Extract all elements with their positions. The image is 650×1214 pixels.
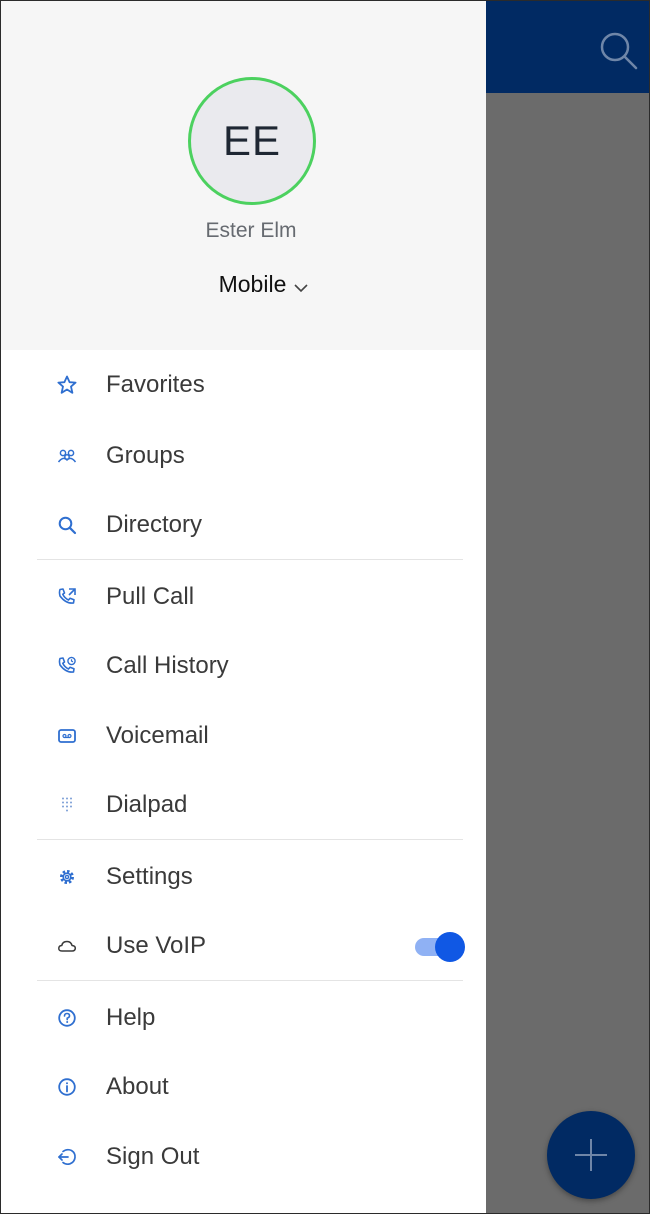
menu-divider xyxy=(37,980,463,981)
voip-toggle[interactable] xyxy=(415,932,465,962)
help-icon xyxy=(57,1008,77,1028)
plus-icon xyxy=(575,1139,607,1171)
menu-item-label: Favorites xyxy=(106,371,205,398)
menu-item-directory[interactable]: Directory xyxy=(1,496,486,554)
navigation-drawer: EE Ester Elm Mobile Favorites Groups Dir… xyxy=(1,1,486,1213)
chevron-down-icon xyxy=(294,272,308,299)
menu-item-label: About xyxy=(106,1073,169,1100)
avatar[interactable]: EE xyxy=(188,77,316,205)
menu-item-favorites[interactable]: Favorites xyxy=(1,356,486,414)
menu-item-label: Directory xyxy=(106,511,203,538)
menu-item-about[interactable]: About xyxy=(1,1058,486,1116)
sign-out-icon xyxy=(57,1147,77,1167)
pull-call-icon xyxy=(57,587,77,607)
menu-divider xyxy=(37,839,463,840)
menu-item-label: Sign Out xyxy=(106,1143,200,1170)
menu-item-help[interactable]: Help xyxy=(1,989,486,1047)
search-icon xyxy=(57,515,77,535)
menu-item-pull-call[interactable]: Pull Call xyxy=(1,568,486,626)
voicemail-icon xyxy=(57,726,77,746)
line-selector-label: Mobile xyxy=(218,271,287,297)
menu-item-label: Dialpad xyxy=(106,791,188,818)
menu-item-settings[interactable]: Settings xyxy=(1,848,486,906)
menu-item-sign-out[interactable]: Sign Out xyxy=(1,1128,486,1186)
search-icon[interactable] xyxy=(597,29,639,71)
toggle-knob xyxy=(435,932,465,962)
menu-item-call-history[interactable]: Call History xyxy=(1,637,486,695)
star-icon xyxy=(57,375,77,395)
menu-item-label: Pull Call xyxy=(106,583,195,610)
app-window: EE Ester Elm Mobile Favorites Groups Dir… xyxy=(0,0,650,1214)
info-icon xyxy=(57,1077,77,1097)
menu-item-label: Groups xyxy=(106,442,185,469)
menu-item-label: Help xyxy=(106,1004,156,1031)
avatar-initials: EE xyxy=(222,117,282,164)
menu-divider xyxy=(37,559,463,560)
menu-item-label: Settings xyxy=(106,863,193,890)
user-name: Ester Elm xyxy=(205,219,297,242)
groups-icon xyxy=(57,446,77,466)
cloud-icon xyxy=(57,936,77,956)
menu-item-label: Call History xyxy=(106,652,229,679)
line-selector-dropdown[interactable]: Mobile xyxy=(1,271,526,299)
call-history-icon xyxy=(57,656,77,676)
menu-item-use-voip[interactable]: Use VoIP xyxy=(1,917,486,975)
dialpad-icon xyxy=(57,795,77,815)
menu-item-voicemail[interactable]: Voicemail xyxy=(1,707,486,765)
menu-item-dialpad[interactable]: Dialpad xyxy=(1,776,486,834)
profile-header: EE Ester Elm Mobile xyxy=(1,1,486,350)
menu-item-label: Use VoIP xyxy=(106,932,207,959)
add-fab-button[interactable] xyxy=(547,1111,635,1199)
menu-item-groups[interactable]: Groups xyxy=(1,427,486,485)
gear-icon xyxy=(57,867,77,887)
menu-item-label: Voicemail xyxy=(106,722,209,749)
